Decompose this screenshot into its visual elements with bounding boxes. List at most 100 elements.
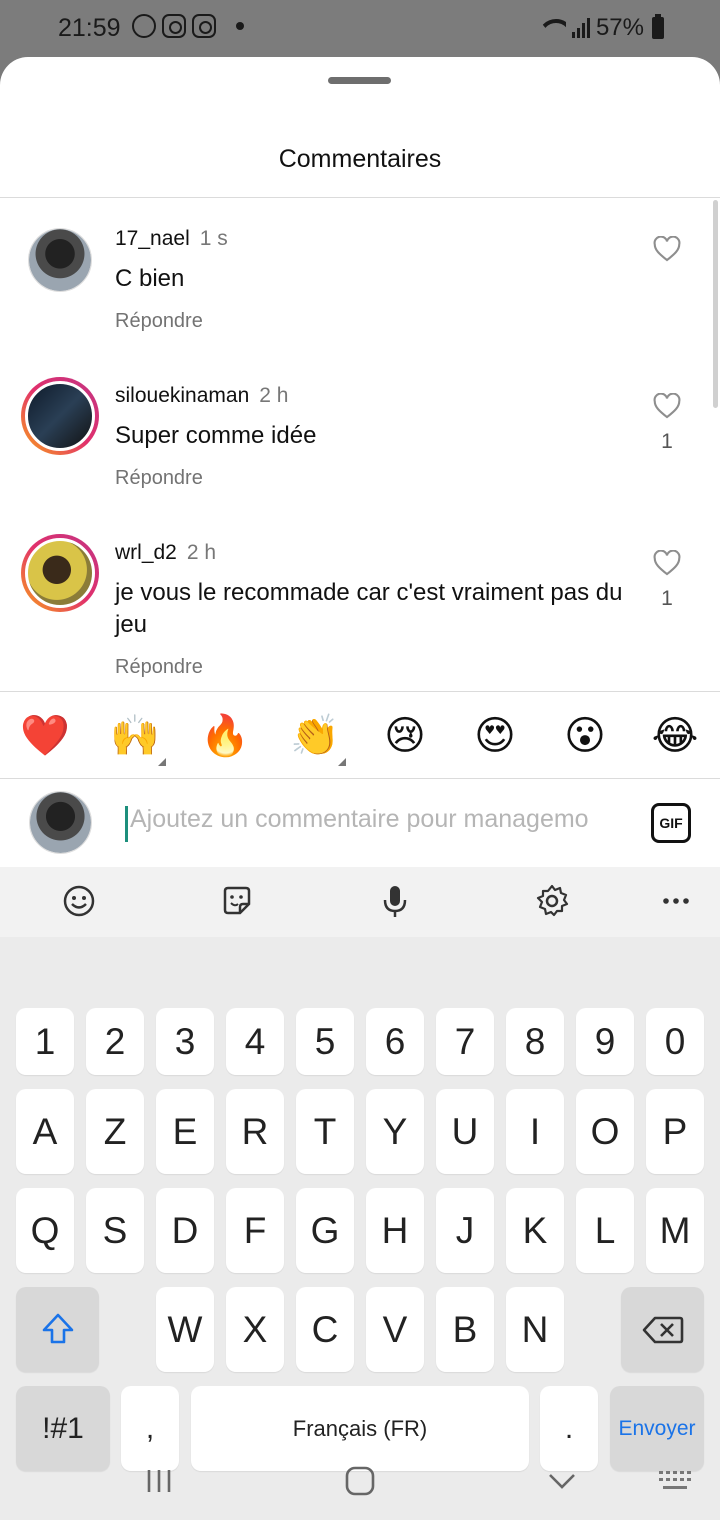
key-z[interactable]: Z	[86, 1089, 144, 1174]
emoji-surprised-face[interactable]: 😮	[560, 712, 610, 760]
comment-username[interactable]: 17_nael	[115, 227, 190, 250]
scrollbar[interactable]	[713, 200, 718, 408]
key-o[interactable]: O	[576, 1089, 634, 1174]
avatar[interactable]	[21, 377, 99, 455]
key-9[interactable]: 9	[576, 1008, 634, 1075]
my-avatar	[29, 791, 92, 854]
key-6[interactable]: 6	[366, 1008, 424, 1075]
comment-username-line[interactable]: 17_nael 1 s	[115, 227, 228, 251]
key-v[interactable]: V	[366, 1287, 424, 1372]
key-7[interactable]: 7	[436, 1008, 494, 1075]
shift-key[interactable]	[16, 1287, 99, 1372]
instagram-icon	[192, 14, 216, 38]
instagram-icon	[162, 14, 186, 38]
key-1[interactable]: 1	[16, 1008, 74, 1075]
key-5[interactable]: 5	[296, 1008, 354, 1075]
sticker-icon[interactable]	[219, 883, 255, 919]
notification-icons	[132, 14, 244, 38]
emoji-heart-eyes[interactable]: 😍	[470, 712, 520, 760]
key-y[interactable]: Y	[366, 1089, 424, 1174]
key-j[interactable]: J	[436, 1188, 494, 1273]
like-count: 1	[661, 430, 673, 453]
key-k[interactable]: K	[506, 1188, 564, 1273]
emoji-clapping-hands[interactable]: 👏	[290, 712, 346, 766]
emoji-heart[interactable]: ❤️	[20, 712, 70, 760]
heart-icon[interactable]	[653, 236, 681, 262]
comment-username[interactable]: silouekinaman	[115, 384, 249, 407]
key-e[interactable]: E	[156, 1089, 214, 1174]
key-8[interactable]: 8	[506, 1008, 564, 1075]
key-s[interactable]: S	[86, 1188, 144, 1273]
key-u[interactable]: U	[436, 1089, 494, 1174]
keyboard: 1 2 3 4 5 6 7 8 9 0 A Z E R T Y U I O P …	[0, 867, 720, 1520]
text-cursor	[125, 806, 128, 842]
comment-input[interactable]: Ajoutez un commentaire pour managemo	[130, 805, 625, 834]
key-d[interactable]: D	[156, 1188, 214, 1273]
key-r[interactable]: R	[226, 1089, 284, 1174]
keyboard-toggle-icon[interactable]	[657, 1467, 693, 1495]
emoji-crying-face[interactable]: 😢	[380, 712, 430, 760]
key-t[interactable]: T	[296, 1089, 354, 1174]
status-bar: 21:59 57%	[0, 0, 720, 60]
settings-icon[interactable]	[534, 883, 570, 919]
key-f[interactable]: F	[226, 1188, 284, 1273]
key-2[interactable]: 2	[86, 1008, 144, 1075]
key-q[interactable]: Q	[16, 1188, 74, 1273]
emoji-glyph: 👏	[290, 714, 340, 758]
more-options-icon[interactable]	[658, 883, 694, 919]
battery-icon	[652, 14, 664, 39]
comment-time: 1 s	[199, 227, 228, 250]
reply-button[interactable]: Répondre	[115, 467, 203, 490]
key-a[interactable]: A	[16, 1089, 74, 1174]
key-b[interactable]: B	[436, 1287, 494, 1372]
key-0[interactable]: 0	[646, 1008, 704, 1075]
key-c[interactable]: C	[296, 1287, 354, 1372]
comment-text: Super comme idée	[115, 422, 317, 449]
comment-username-line[interactable]: silouekinaman 2 h	[115, 384, 288, 408]
key-n[interactable]: N	[506, 1287, 564, 1372]
skin-tone-indicator	[158, 758, 166, 766]
status-time: 21:59	[58, 14, 121, 42]
heart-icon[interactable]	[653, 393, 681, 419]
key-3[interactable]: 3	[156, 1008, 214, 1075]
key-p[interactable]: P	[646, 1089, 704, 1174]
comment-text: C bien	[115, 265, 185, 292]
backspace-icon	[642, 1316, 683, 1344]
comment-time: 2 h	[259, 384, 289, 407]
key-l[interactable]: L	[576, 1188, 634, 1273]
whatsapp-icon	[132, 14, 156, 38]
comment-username[interactable]: wrl_d2	[115, 541, 177, 564]
key-w[interactable]: W	[156, 1287, 214, 1372]
status-right: 57%	[538, 14, 664, 42]
backspace-key[interactable]	[621, 1287, 704, 1372]
more-notifications-icon	[236, 22, 244, 30]
emoji-fire[interactable]: 🔥	[200, 712, 250, 760]
recent-apps-icon[interactable]	[144, 1467, 174, 1495]
key-4[interactable]: 4	[226, 1008, 284, 1075]
key-i[interactable]: I	[506, 1089, 564, 1174]
drag-handle[interactable]	[328, 77, 391, 84]
battery-percent: 57%	[595, 14, 644, 41]
signal-icon	[571, 18, 590, 38]
back-chevron-down-icon[interactable]	[547, 1471, 577, 1491]
microphone-icon[interactable]	[377, 883, 413, 919]
key-m[interactable]: M	[646, 1188, 704, 1273]
reply-button[interactable]: Répondre	[115, 310, 203, 333]
key-h[interactable]: H	[366, 1188, 424, 1273]
key-x[interactable]: X	[226, 1287, 284, 1372]
key-g[interactable]: G	[296, 1188, 354, 1273]
sheet-title: Commentaires	[278, 145, 442, 173]
emoji-tears-of-joy[interactable]: 😂	[650, 712, 700, 760]
comments-sheet: Commentaires 17_nael 1 s C bien Répondre …	[0, 57, 720, 1520]
heart-icon[interactable]	[653, 550, 681, 576]
gif-button[interactable]: GIF	[651, 803, 691, 843]
avatar[interactable]	[28, 228, 92, 292]
avatar[interactable]	[21, 534, 99, 612]
comment-text: je vous le recommade car c'est vraiment …	[115, 579, 623, 638]
home-icon[interactable]	[344, 1465, 376, 1497]
emoji-raising-hands[interactable]: 🙌	[110, 712, 166, 766]
like-count: 1	[661, 587, 673, 610]
reply-button[interactable]: Répondre	[115, 656, 203, 679]
emoji-icon[interactable]	[61, 883, 97, 919]
comment-username-line[interactable]: wrl_d2 2 h	[115, 541, 216, 565]
